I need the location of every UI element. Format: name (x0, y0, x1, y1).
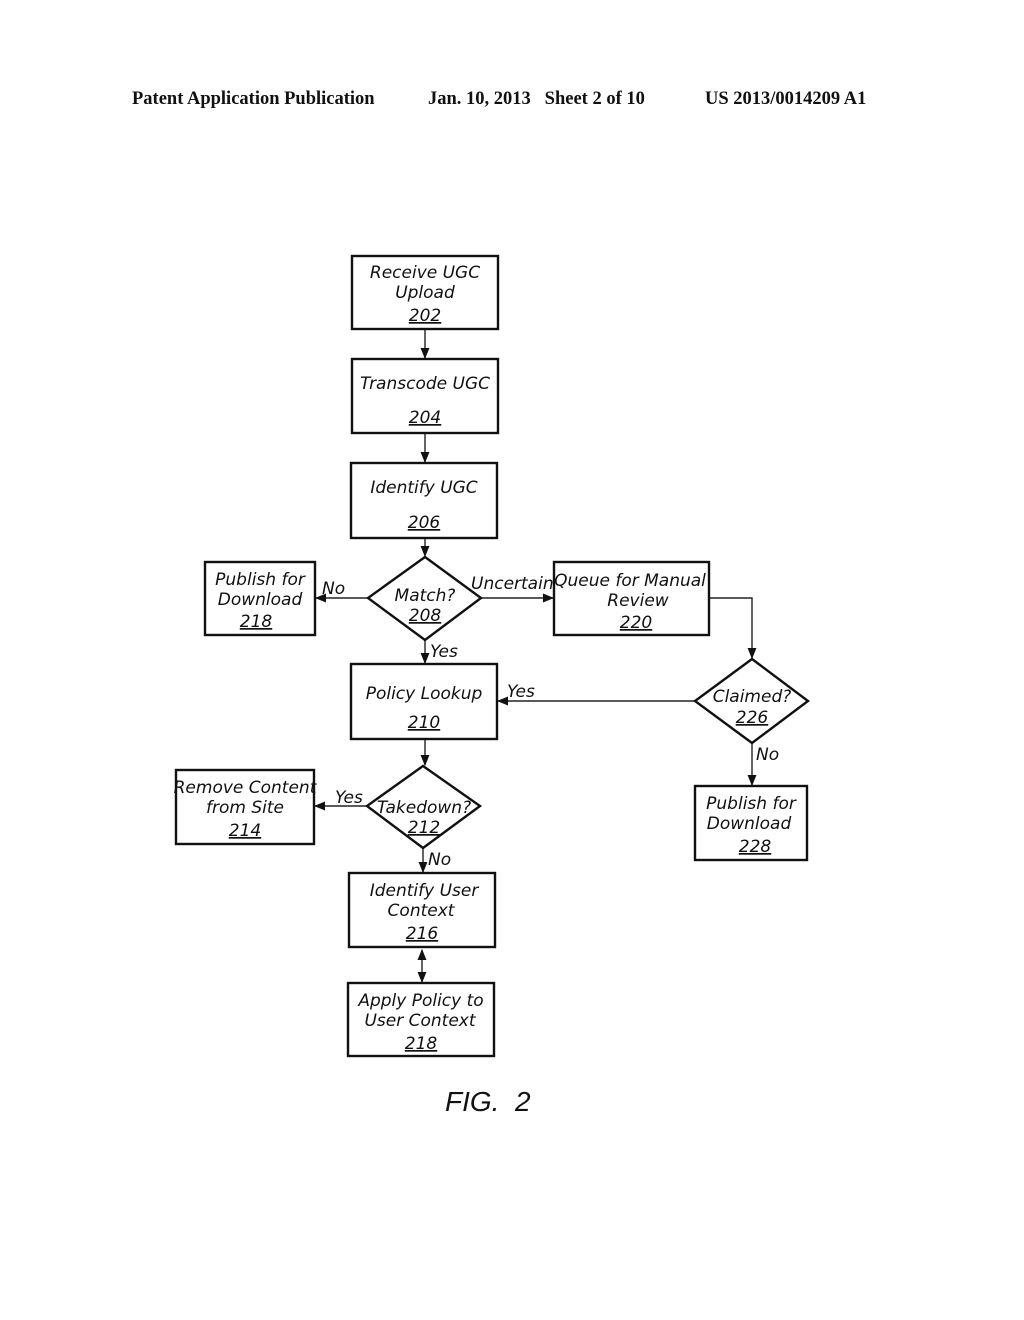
svg-text:Apply Policy to: Apply Policy to (357, 991, 483, 1011)
edge-label-match-yes: Yes (430, 642, 458, 662)
edge-label-claimed-yes: Yes (507, 682, 535, 702)
decision-takedown: Takedown? 212 (364, 764, 483, 850)
svg-text:Identify UGC: Identify UGC (370, 478, 477, 498)
node-receive-ugc-upload: Receive UGC Upload 202 (350, 254, 500, 331)
ref-number: 218 (240, 612, 273, 632)
ref-number: 220 (620, 613, 652, 633)
svg-text:Review: Review (607, 591, 669, 611)
node-identify-ugc: Identify UGC 206 (349, 461, 499, 540)
edge-label-takedown-yes: Yes (335, 788, 363, 808)
edge-label-match-uncertain: Uncertain (471, 574, 554, 594)
svg-text:Download: Download (707, 814, 792, 834)
node-queue-for-manual-review: Queue for Manual Review 220 (552, 560, 711, 637)
node-identify-user-context: Identify User Context 216 (347, 871, 497, 949)
ref-number: 226 (736, 708, 769, 728)
node-publish-for-download-228: Publish for Download 228 (693, 784, 809, 862)
svg-text:Context: Context (388, 901, 456, 921)
edge-label-match-no: No (322, 579, 345, 599)
svg-text:from Site: from Site (206, 798, 284, 818)
edge-220-226 (709, 597, 757, 660)
figure-label: FIG. 2 (445, 1086, 531, 1117)
node-publish-for-download-218: Publish for Download 218 (203, 560, 317, 637)
ref-number: 202 (409, 306, 441, 326)
svg-text:Identify User: Identify User (370, 881, 480, 901)
flowchart: No Uncertain Yes Yes No Yes No Receive U… (174, 254, 810, 1117)
node-transcode-ugc: Transcode UGC 204 (350, 357, 500, 435)
svg-text:Publish for: Publish for (706, 794, 797, 814)
svg-text:User Context: User Context (364, 1011, 476, 1031)
ref-number: 206 (408, 513, 441, 533)
svg-text:Match?: Match? (395, 586, 456, 606)
edge-label-claimed-no: No (756, 745, 779, 765)
edge-label-takedown-no: No (428, 850, 451, 870)
svg-text:Remove Content: Remove Content (174, 778, 318, 798)
ref-number: 204 (409, 408, 441, 428)
node-apply-policy-to-user-context: Apply Policy to User Context 218 (346, 981, 496, 1058)
svg-text:Policy Lookup: Policy Lookup (366, 684, 483, 704)
svg-text:Receive UGC: Receive UGC (370, 263, 480, 283)
ref-number: 228 (739, 837, 772, 857)
ref-number: 212 (408, 818, 440, 838)
ref-number: 218 (405, 1034, 438, 1054)
node-remove-content-from-site: Remove Content from Site 214 (174, 768, 318, 846)
ref-number: 216 (406, 924, 439, 944)
node-policy-lookup: Policy Lookup 210 (349, 662, 499, 741)
ref-number: 214 (229, 821, 261, 841)
ref-number: 210 (408, 713, 440, 733)
svg-text:Publish for: Publish for (215, 570, 306, 590)
svg-text:Claimed?: Claimed? (713, 687, 792, 707)
decision-claimed: Claimed? 226 (692, 657, 810, 745)
svg-text:Queue for Manual: Queue for Manual (554, 571, 706, 591)
svg-text:Download: Download (218, 590, 303, 610)
svg-text:Transcode UGC: Transcode UGC (360, 374, 490, 394)
ref-number: 208 (409, 606, 442, 626)
svg-text:Upload: Upload (395, 283, 455, 303)
svg-text:Takedown?: Takedown? (377, 798, 471, 818)
decision-match: Match? 208 (365, 555, 484, 642)
